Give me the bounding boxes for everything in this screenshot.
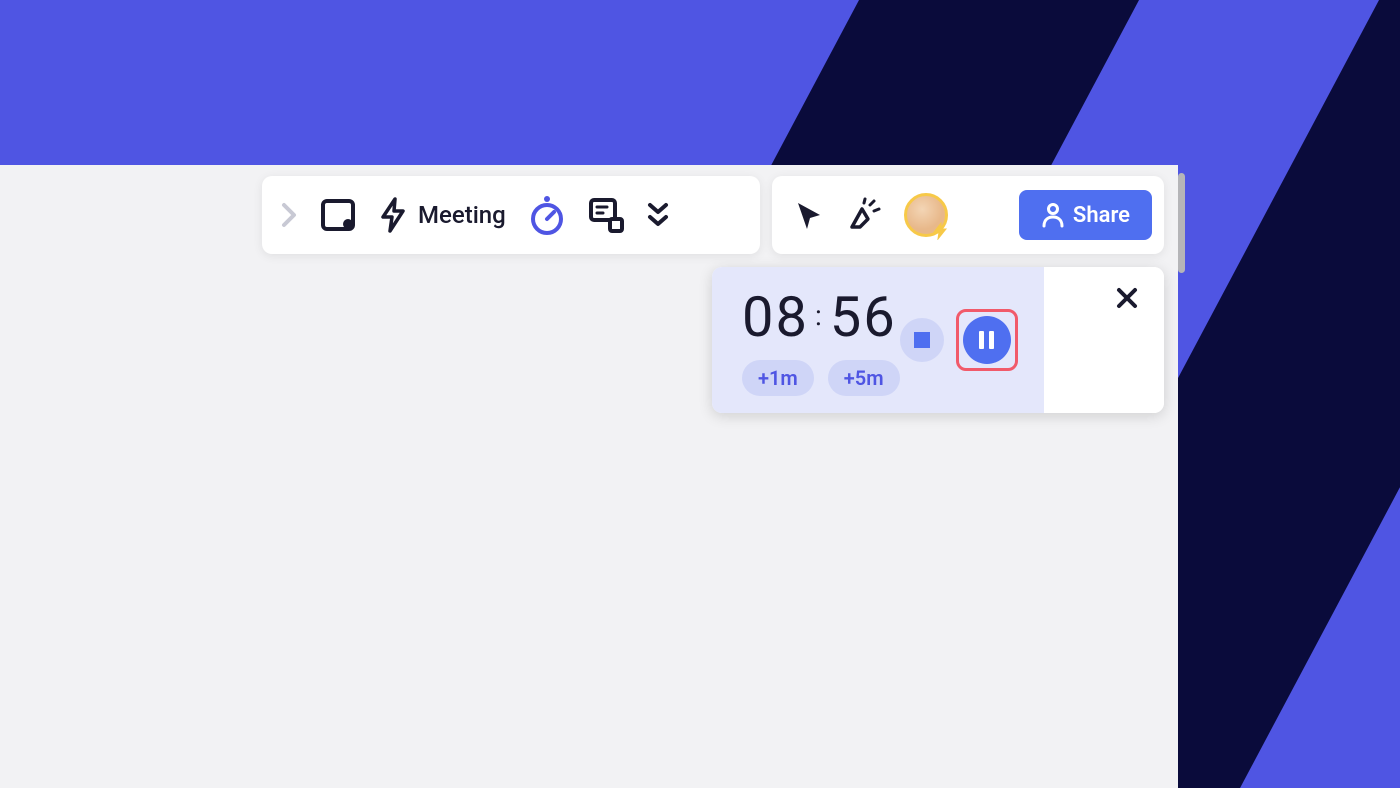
timer-panel: 08 : 56 +1m +5m — [712, 267, 1164, 413]
timer-minutes: 08 — [742, 284, 809, 350]
stop-button[interactable] — [900, 318, 944, 362]
timer-side — [1044, 267, 1164, 413]
pause-icon — [979, 331, 984, 349]
timer-display: 08 : 56 — [742, 284, 900, 350]
present-icon[interactable] — [588, 197, 624, 233]
facilitator-bolt-icon — [931, 222, 949, 240]
add-1m-button[interactable]: +1m — [742, 360, 814, 396]
scrollbar[interactable] — [1178, 173, 1185, 273]
person-icon — [1041, 202, 1065, 228]
cursor-icon[interactable] — [794, 199, 824, 231]
mode-selector[interactable]: Meeting — [378, 197, 506, 233]
pause-highlight — [956, 309, 1018, 371]
mode-label: Meeting — [418, 201, 506, 229]
more-chevrons-icon[interactable] — [646, 201, 670, 229]
timer-body: 08 : 56 +1m +5m — [712, 267, 1044, 413]
close-button[interactable] — [1116, 287, 1138, 309]
timer-seconds: 56 — [830, 284, 897, 350]
share-button[interactable]: Share — [1019, 190, 1152, 240]
avatar[interactable] — [904, 193, 948, 237]
collab-toolbar: Share — [772, 176, 1164, 254]
reactions-icon[interactable] — [846, 197, 882, 233]
canvas-area[interactable] — [0, 165, 1178, 788]
stop-icon — [914, 332, 930, 348]
frames-icon[interactable] — [320, 198, 356, 232]
timer-icon[interactable] — [528, 194, 566, 236]
expand-chevron-icon[interactable] — [280, 201, 298, 229]
close-icon — [1116, 287, 1138, 309]
main-toolbar: Meeting — [262, 176, 760, 254]
share-label: Share — [1073, 203, 1130, 228]
timer-colon: : — [815, 299, 824, 332]
pause-icon — [989, 331, 994, 349]
add-5m-button[interactable]: +5m — [828, 360, 900, 396]
lightning-icon — [378, 197, 408, 233]
pause-button[interactable] — [963, 316, 1011, 364]
